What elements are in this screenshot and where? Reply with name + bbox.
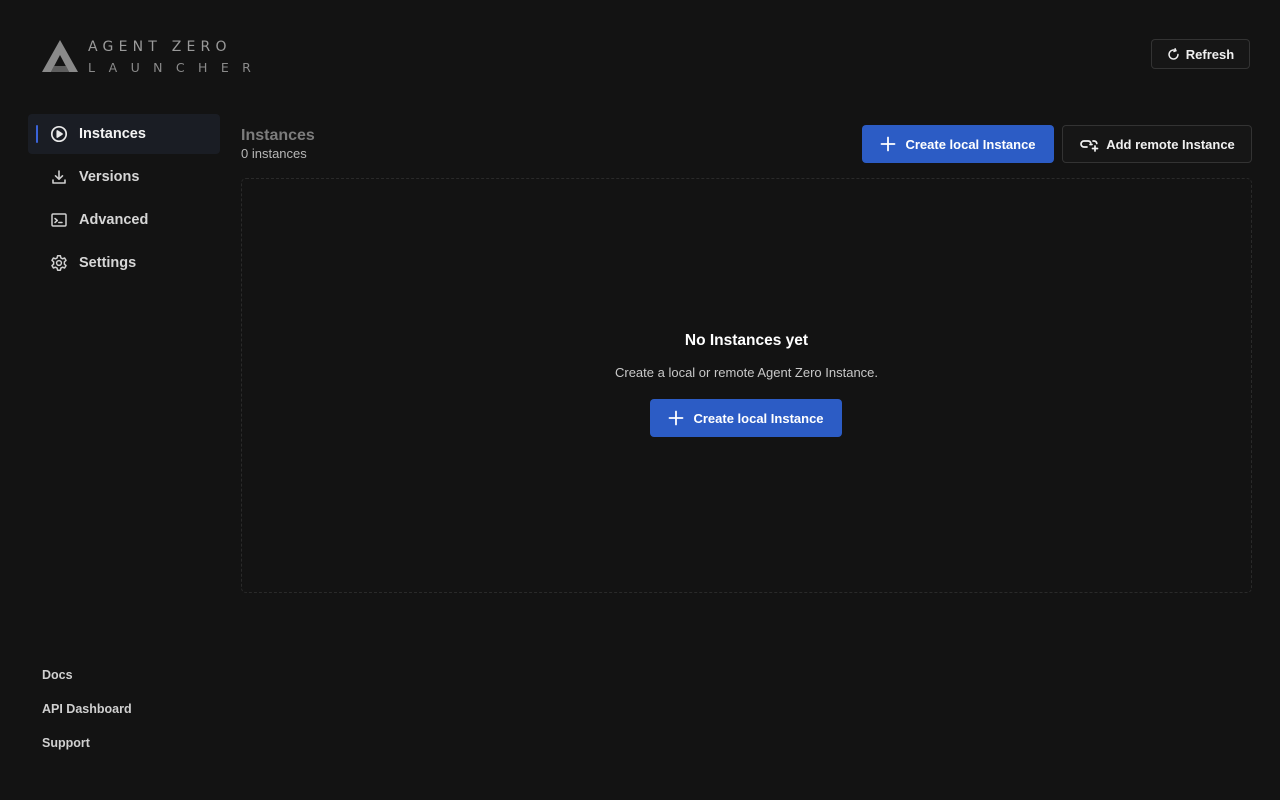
logo-subtitle: LAUNCHER [88,60,265,75]
add-remote-label: Add remote Instance [1106,136,1235,152]
logo-text: AGENT ZERO LAUNCHER [88,39,288,75]
sidebar-item-versions[interactable]: Versions [28,157,220,197]
play-circle-icon [50,125,68,143]
add-remote-instance-button[interactable]: Add remote Instance [1062,125,1252,163]
launcher-app: AGENT ZERO LAUNCHER Refresh Instances Ve… [0,0,1280,800]
api-dashboard-link[interactable]: API Dashboard [42,701,132,735]
sidebar-item-instances[interactable]: Instances [28,114,220,154]
plus-icon [669,410,684,426]
sidebar-nav: Instances Versions Advanced Settings [28,114,220,286]
empty-state-title: No Instances yet [684,332,809,349]
docs-link[interactable]: Docs [42,667,132,701]
support-link[interactable]: Support [42,735,132,769]
sidebar-item-settings[interactable]: Settings [28,243,220,283]
sidebar-item-advanced[interactable]: Advanced [28,200,220,240]
create-local-instance-button[interactable]: Create local Instance [862,125,1054,163]
refresh-button[interactable]: Refresh [1151,39,1250,69]
empty-state-subtitle: Create a local or remote Agent Zero Inst… [614,365,879,380]
download-icon [50,168,68,186]
logo-title: AGENT ZERO [88,39,232,55]
refresh-icon [1168,47,1179,60]
link-add-icon [1080,140,1099,152]
plus-icon [881,136,896,152]
page-title: Instances [241,127,315,144]
footer-links: Docs API Dashboard Support [42,667,132,769]
create-local-label: Create local Instance [905,136,1036,152]
sidebar-item-label: Versions [79,169,140,185]
sidebar-item-label: Settings [79,255,137,271]
empty-state-create-button[interactable]: Create local Instance [650,399,842,437]
gear-icon [50,254,68,272]
instance-count: 0 instances [241,146,307,161]
empty-state-panel: No Instances yet Create a local or remot… [241,178,1252,593]
terminal-icon [50,211,68,229]
sidebar-item-label: Advanced [79,212,149,228]
agent-zero-logo-icon [42,40,78,72]
sidebar-item-label: Instances [79,126,146,142]
refresh-label: Refresh [1185,46,1235,62]
empty-state-create-label: Create local Instance [693,410,824,426]
app-logo: AGENT ZERO LAUNCHER [41,39,251,75]
